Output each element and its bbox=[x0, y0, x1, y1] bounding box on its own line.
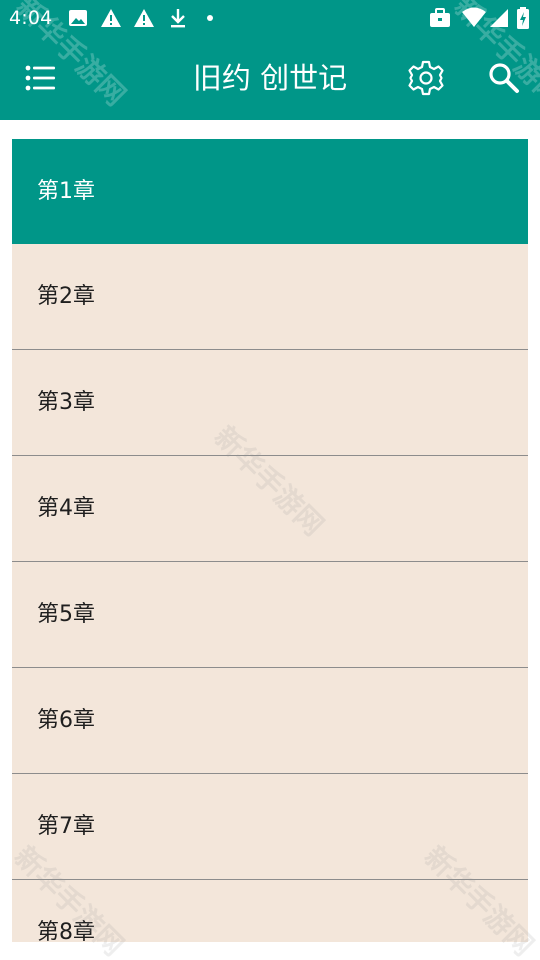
chapter-label: 第4章 bbox=[37, 496, 95, 521]
chapter-item[interactable]: 第6章 bbox=[12, 668, 528, 774]
signal-icon bbox=[488, 7, 510, 29]
screen: 4:04 旧约 创世记 第1章 第2章 第3章 第4章 第5章 第6章 第7章 … bbox=[0, 0, 540, 960]
chapter-item[interactable]: 第7章 bbox=[12, 774, 528, 880]
warning-icon bbox=[133, 7, 155, 29]
chapter-label: 第2章 bbox=[37, 284, 95, 309]
chapter-item[interactable]: 第8章 bbox=[12, 880, 528, 942]
search-icon bbox=[486, 63, 522, 100]
chapter-label: 第7章 bbox=[37, 814, 95, 839]
app-bar: 旧约 创世记 bbox=[0, 36, 540, 120]
status-bar: 4:04 bbox=[0, 0, 540, 36]
briefcase-icon bbox=[429, 7, 451, 29]
gear-icon bbox=[406, 60, 446, 102]
battery-icon bbox=[516, 7, 530, 29]
download-icon bbox=[168, 7, 188, 29]
status-time: 4:04 bbox=[9, 7, 53, 29]
settings-button[interactable] bbox=[406, 58, 446, 98]
chapter-item[interactable]: 第5章 bbox=[12, 562, 528, 668]
chapter-item[interactable]: 第2章 bbox=[12, 244, 528, 350]
image-icon bbox=[68, 7, 88, 29]
menu-button[interactable] bbox=[22, 62, 62, 94]
chapter-list[interactable]: 第1章 第2章 第3章 第4章 第5章 第6章 第7章 第8章 bbox=[12, 139, 528, 942]
chapter-label: 第8章 bbox=[37, 920, 95, 942]
page-title: 旧约 创世记 bbox=[192, 61, 348, 95]
chapter-label: 第5章 bbox=[37, 602, 95, 627]
wifi-icon bbox=[461, 7, 487, 29]
menu-icon bbox=[22, 65, 62, 98]
chapter-label: 第3章 bbox=[37, 390, 95, 415]
chapter-item[interactable]: 第4章 bbox=[12, 456, 528, 562]
chapter-label: 第6章 bbox=[37, 708, 95, 733]
chapter-label: 第1章 bbox=[37, 179, 95, 204]
chapter-item[interactable]: 第1章 bbox=[12, 139, 528, 244]
chapter-item[interactable]: 第3章 bbox=[12, 350, 528, 456]
warning-icon bbox=[100, 7, 122, 29]
search-button[interactable] bbox=[486, 60, 522, 96]
dot-icon bbox=[205, 7, 215, 29]
